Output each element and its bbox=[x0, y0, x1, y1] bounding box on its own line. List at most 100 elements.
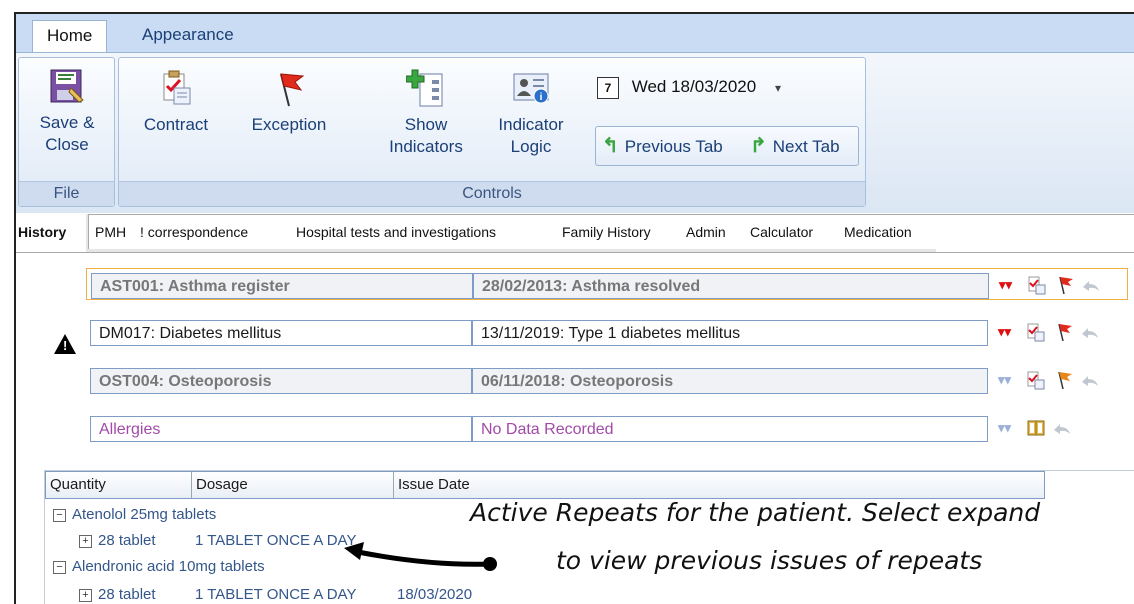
contract-label: Contract bbox=[143, 115, 209, 134]
annotation-line-1: Active Repeats for the patient. Select e… bbox=[470, 498, 1041, 527]
back-arrow-icon: ↰ bbox=[602, 135, 619, 157]
detail-field[interactable]: 06/11/2018: Osteoporosis bbox=[472, 368, 988, 394]
issue-row[interactable]: +28 tablet bbox=[79, 585, 156, 604]
collapse-icon[interactable]: − bbox=[53, 560, 66, 574]
indicator-field[interactable]: AST001: Asthma register bbox=[91, 273, 473, 299]
next-tab-button[interactable]: ↱ Next Tab bbox=[750, 127, 840, 165]
ribbon-tab-home[interactable]: Home bbox=[32, 20, 108, 53]
file-group-label: File bbox=[19, 181, 114, 206]
column-quantity[interactable]: Quantity bbox=[46, 472, 192, 498]
pmh-row-osteoporosis[interactable]: OST004: Osteoporosis 06/11/2018: Osteopo… bbox=[86, 364, 1126, 394]
indicator-logic-label-1: Indicator bbox=[498, 115, 564, 134]
indicator-field[interactable]: OST004: Osteoporosis bbox=[90, 368, 472, 394]
pmh-row-asthma[interactable]: AST001: Asthma register 28/02/2013: Asth… bbox=[86, 268, 1128, 300]
repeats-grid: Quantity Dosage Issue Date − Atenolol 25m… bbox=[44, 470, 1134, 604]
contract-icon[interactable] bbox=[1027, 275, 1047, 295]
row-actions: ▾▾ bbox=[998, 370, 1128, 394]
allergies-field[interactable]: Allergies bbox=[90, 416, 472, 442]
previous-tab-button[interactable]: ↰ Previous Tab bbox=[602, 127, 723, 165]
contract-button[interactable]: Contract bbox=[131, 68, 221, 136]
forward-arrow-icon: ↱ bbox=[750, 135, 767, 157]
row-actions: ▾▾ bbox=[998, 322, 1128, 346]
issue-dosage: 1 TABLET ONCE A DAY bbox=[195, 586, 357, 603]
indicator-logic-icon: i bbox=[513, 73, 549, 104]
collapse-icon[interactable]: − bbox=[53, 508, 66, 522]
expand-chevron-icon[interactable]: ▾▾ bbox=[998, 420, 1011, 436]
svg-text:i: i bbox=[540, 92, 543, 103]
drug-name: Atenolol 25mg tablets bbox=[72, 506, 217, 523]
expand-icon[interactable]: + bbox=[79, 534, 92, 548]
save-icon bbox=[50, 69, 84, 103]
orange-flag-icon[interactable] bbox=[1054, 370, 1074, 390]
tab-calculator[interactable]: Calculator bbox=[750, 224, 813, 240]
tab-admin[interactable]: Admin bbox=[686, 224, 726, 240]
expand-chevron-icon[interactable]: ▾▾ bbox=[998, 372, 1011, 388]
add-indicator-icon bbox=[406, 69, 443, 107]
tab-history[interactable]: History bbox=[18, 224, 66, 240]
exception-button[interactable]: Exception bbox=[239, 68, 339, 136]
save-close-button[interactable]: Save & Close bbox=[27, 66, 107, 156]
drug-row[interactable]: − Alendronic acid 10mg tablets bbox=[53, 557, 265, 577]
pmh-row-allergies[interactable]: Allergies No Data Recorded ▾▾ bbox=[86, 412, 1126, 442]
issue-date: 18/03/2020 bbox=[397, 586, 473, 603]
contract-icon[interactable] bbox=[1026, 370, 1046, 390]
tab-correspondence[interactable]: ! correspondence bbox=[140, 224, 248, 240]
column-dosage[interactable]: Dosage bbox=[192, 472, 394, 498]
issue-quantity: 28 tablet bbox=[98, 586, 156, 603]
next-tab-label: Next Tab bbox=[772, 137, 840, 156]
show-indicators-button[interactable]: Show Indicators bbox=[381, 68, 471, 158]
warning-icon-mark: ! bbox=[63, 338, 68, 353]
detail-field[interactable]: 13/11/2019: Type 1 diabetes mellitus bbox=[472, 320, 988, 346]
controls-group-label: Controls bbox=[119, 181, 865, 206]
annotation-line-2: to view previous issues of repeats bbox=[556, 546, 983, 575]
reply-icon[interactable] bbox=[1081, 275, 1101, 295]
reply-icon[interactable] bbox=[1052, 418, 1072, 438]
indicator-field[interactable]: DM017: Diabetes mellitus bbox=[90, 320, 472, 346]
column-issue-date[interactable]: Issue Date bbox=[394, 472, 534, 498]
expand-chevron-icon[interactable]: ▾▾ bbox=[999, 277, 1012, 293]
book-icon[interactable] bbox=[1026, 418, 1046, 438]
pmh-row-diabetes[interactable]: DM017: Diabetes mellitus 13/11/2019: Typ… bbox=[86, 316, 1126, 346]
ribbon-tab-appearance[interactable]: Appearance bbox=[128, 20, 248, 52]
red-flag-icon bbox=[280, 73, 305, 107]
reply-icon[interactable] bbox=[1080, 370, 1100, 390]
drug-row[interactable]: − Atenolol 25mg tablets bbox=[53, 505, 216, 525]
annotation-arrow bbox=[344, 542, 497, 571]
tab-medication[interactable]: Medication bbox=[844, 224, 912, 240]
exception-label: Exception bbox=[251, 115, 327, 134]
contract-icon bbox=[163, 70, 191, 105]
red-flag-icon[interactable] bbox=[1055, 275, 1075, 295]
row-actions: ▾▾ bbox=[998, 418, 1128, 442]
show-indicators-label-2: Indicators bbox=[389, 137, 463, 156]
contract-icon[interactable] bbox=[1026, 322, 1046, 342]
chevron-down-icon[interactable]: ▾ bbox=[775, 81, 781, 95]
tab-navigation: ↰ Previous Tab ↱ Next Tab bbox=[595, 126, 859, 166]
save-label-2: Close bbox=[45, 135, 89, 154]
ribbon: Save & Close File Contract Exception Sho… bbox=[16, 52, 1134, 213]
issue-quantity: 28 tablet bbox=[98, 532, 156, 549]
show-indicators-label-1: Show bbox=[404, 115, 448, 134]
previous-tab-label: Previous Tab bbox=[624, 137, 723, 156]
tab-family-history[interactable]: Family History bbox=[562, 224, 651, 240]
expand-chevron-icon[interactable]: ▾▾ bbox=[998, 324, 1011, 340]
detail-field[interactable]: 28/02/2013: Asthma resolved bbox=[473, 273, 989, 299]
issue-row[interactable]: +28 tablet bbox=[79, 531, 156, 551]
red-flag-icon[interactable] bbox=[1054, 322, 1074, 342]
row-actions: ▾▾ bbox=[999, 275, 1129, 299]
save-label-1: Save & bbox=[39, 113, 95, 132]
tab-hospital-tests[interactable]: Hospital tests and investigations bbox=[296, 224, 496, 240]
allergies-detail-field[interactable]: No Data Recorded bbox=[472, 416, 988, 442]
date-value: Wed 18/03/2020 bbox=[631, 77, 757, 96]
record-tab-strip: History PMH ! correspondence Hospital te… bbox=[16, 214, 1134, 253]
indicator-logic-button[interactable]: i Indicator Logic bbox=[481, 68, 581, 158]
indicator-logic-label-2: Logic bbox=[510, 137, 552, 156]
date-picker[interactable]: 7 Wed 18/03/2020 ▾ bbox=[597, 72, 781, 102]
reply-icon[interactable] bbox=[1080, 322, 1100, 342]
file-group: Save & Close File bbox=[18, 57, 115, 207]
calendar-icon: 7 bbox=[597, 76, 619, 99]
controls-group: Contract Exception Show Indicators i Ind… bbox=[118, 57, 866, 207]
drug-name: Alendronic acid 10mg tablets bbox=[72, 558, 265, 575]
ribbon-tab-strip: Home Appearance bbox=[16, 14, 1134, 53]
expand-icon[interactable]: + bbox=[79, 588, 92, 602]
grid-header: Quantity Dosage Issue Date bbox=[45, 471, 1045, 499]
